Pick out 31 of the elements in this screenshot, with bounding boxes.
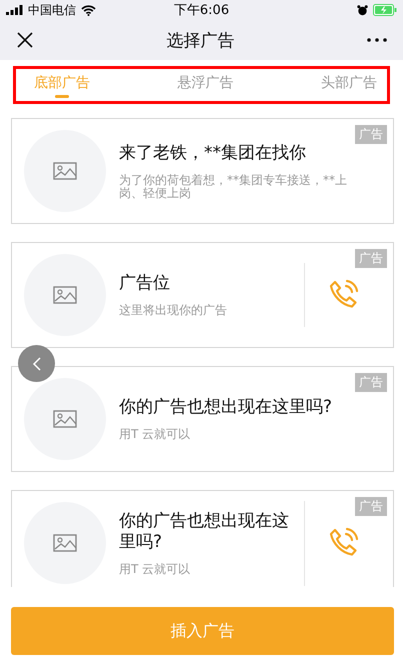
ad-description: 用T 云就可以 xyxy=(119,562,192,576)
image-icon xyxy=(53,534,77,552)
signal-icon xyxy=(6,5,23,15)
ad-card[interactable]: 广告位 这里将出现你的广告 广告 xyxy=(11,242,394,348)
ad-description: 为了你的荷包着想，**集团专车接送，**上岗、轻便上岗 xyxy=(119,174,348,200)
ad-title: 你的广告也想出现在这里吗? xyxy=(119,510,290,552)
ad-title: 广告位 xyxy=(119,273,171,294)
ad-label: 广告 xyxy=(355,125,387,144)
ad-card[interactable]: 你的广告也想出现在这里吗? 用T 云就可以 广告 xyxy=(11,366,394,472)
status-time: 下午6:06 xyxy=(174,2,230,19)
image-icon xyxy=(53,286,77,304)
ad-description: 这里将出现你的广告 xyxy=(119,304,228,317)
ad-title: 来了老铁，**集团在找你 xyxy=(119,142,307,164)
page-title: 选择广告 xyxy=(166,30,234,52)
ad-description: 用T 云就可以 xyxy=(119,428,192,441)
close-icon xyxy=(16,31,34,49)
wifi-icon xyxy=(81,4,96,16)
ad-card[interactable]: 你的广告也想出现在这里吗? 用T 云就可以 广告 xyxy=(11,490,394,587)
ad-label: 广告 xyxy=(355,249,387,268)
back-button[interactable] xyxy=(18,345,55,382)
more-icon xyxy=(367,38,387,42)
alarm-clock-icon xyxy=(356,4,368,16)
ad-title: 你的广告也想出现在这里吗? xyxy=(119,397,334,418)
battery-icon xyxy=(372,4,397,16)
ad-label: 广告 xyxy=(355,373,387,392)
image-icon xyxy=(53,410,77,428)
back-icon xyxy=(32,356,42,372)
image-icon xyxy=(53,162,77,180)
ad-card[interactable]: 来了老铁，**集团在找你 为了你的荷包着想，**集团专车接送，**上岗、轻便上岗 广告 xyxy=(11,118,394,224)
ad-label: 广告 xyxy=(355,497,387,516)
carrier-name: 中国电信 xyxy=(28,2,76,18)
